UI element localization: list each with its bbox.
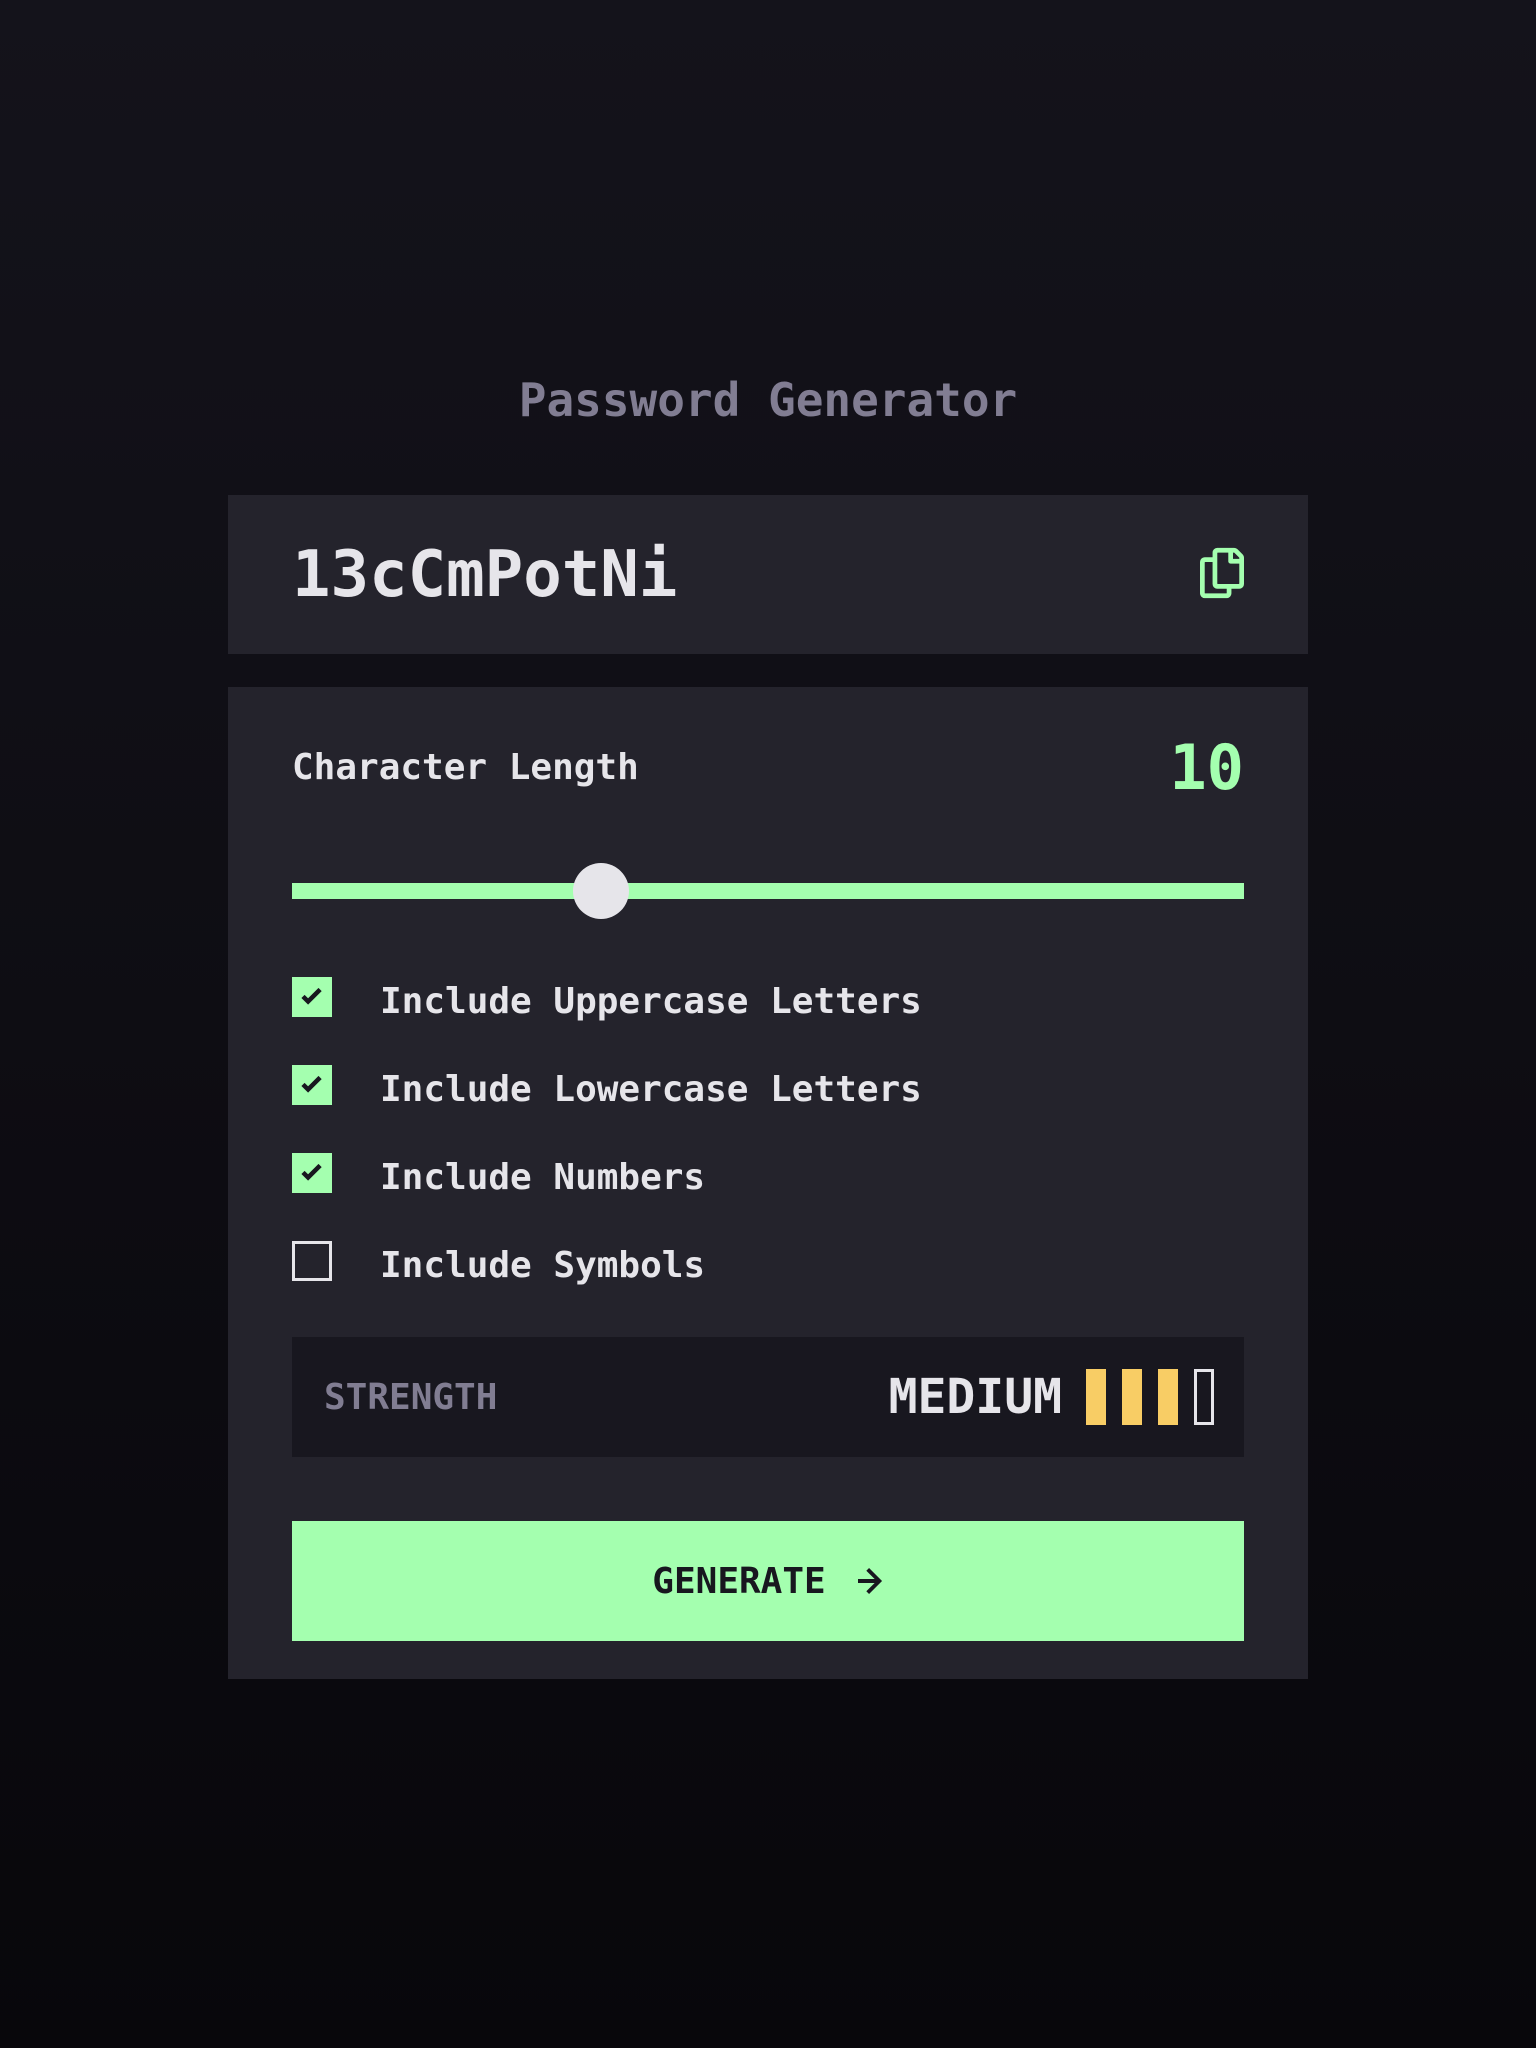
checkbox-numbers[interactable]: [292, 1153, 332, 1193]
copy-button[interactable]: [1200, 547, 1244, 603]
password-display: 13cCmPotNi: [228, 495, 1308, 654]
check-icon: [301, 1076, 322, 1093]
strength-bar: [1086, 1369, 1106, 1425]
checkbox-lowercase[interactable]: [292, 1065, 332, 1105]
check-icon: [301, 988, 322, 1005]
checkbox-uppercase[interactable]: [292, 977, 332, 1017]
option-label: Include Numbers: [380, 1156, 706, 1198]
checkbox-symbols[interactable]: [292, 1241, 332, 1281]
length-value: 10: [1169, 730, 1244, 804]
option-symbols[interactable]: Include Symbols: [292, 1221, 1244, 1309]
option-label: Include Symbols: [380, 1244, 706, 1286]
copy-icon: [1200, 547, 1244, 603]
options-list: Include Uppercase Letters Include Lowerc…: [292, 957, 1244, 1309]
strength-bar: [1122, 1369, 1142, 1425]
strength-label: STRENGTH: [324, 1376, 498, 1418]
password-text: 13cCmPotNi: [292, 537, 678, 612]
length-slider[interactable]: [292, 861, 1244, 921]
strength-indicator: MEDIUM: [889, 1369, 1214, 1425]
generate-button[interactable]: GENERATE: [292, 1521, 1244, 1641]
strength-bars: [1086, 1369, 1214, 1425]
arrow-right-icon: [857, 1568, 884, 1594]
option-uppercase[interactable]: Include Uppercase Letters: [292, 957, 1244, 1045]
length-label: Character Length: [292, 746, 639, 788]
option-lowercase[interactable]: Include Lowercase Letters: [292, 1045, 1244, 1133]
check-icon: [301, 1164, 322, 1181]
option-label: Include Uppercase Letters: [380, 980, 922, 1022]
strength-meter: STRENGTH MEDIUM: [292, 1337, 1244, 1457]
generate-label: GENERATE: [652, 1560, 826, 1602]
page-title: Password Generator: [518, 373, 1018, 427]
slider-thumb[interactable]: [573, 863, 630, 919]
generator-panel: Character Length 10 Include Uppercase Le…: [228, 687, 1308, 1679]
slider-track[interactable]: [292, 883, 1244, 899]
option-numbers[interactable]: Include Numbers: [292, 1133, 1244, 1221]
strength-bar: [1194, 1369, 1214, 1425]
option-label: Include Lowercase Letters: [380, 1068, 922, 1110]
length-row: Character Length 10: [292, 727, 1244, 807]
strength-value: MEDIUM: [888, 1369, 1062, 1425]
strength-bar: [1158, 1369, 1178, 1425]
